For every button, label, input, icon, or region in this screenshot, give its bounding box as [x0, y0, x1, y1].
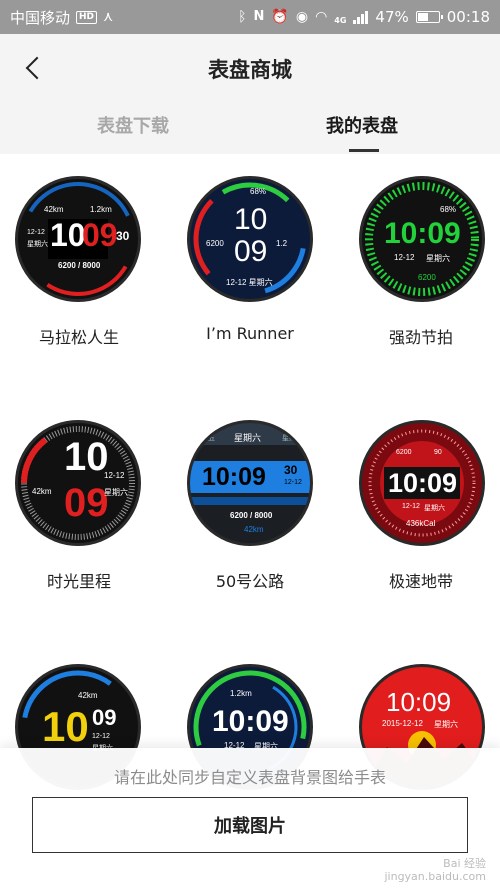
tab-my-watchfaces[interactable]: 我的表盘: [326, 112, 398, 138]
tab-watchface-download[interactable]: 表盘下载: [97, 112, 169, 138]
distance-label-2: 1.2km: [90, 205, 112, 214]
minute-label: 09: [234, 235, 268, 268]
watchface-marathon[interactable]: 42km 1.2km 12-12 星期六 10 09 30 6200 / 800…: [15, 176, 141, 302]
seconds-label: 30: [116, 229, 130, 243]
date-label: 12-12: [92, 733, 110, 740]
bluetooth-icon: ᛒ: [238, 9, 247, 25]
carrier-label: 中国移动: [10, 8, 71, 27]
steps-label: 6200: [396, 449, 412, 456]
date-label: 12-12: [402, 503, 420, 510]
minute-label: 09: [64, 481, 109, 525]
steps-label: 6200: [418, 273, 436, 282]
battery-label: 68%: [440, 205, 457, 214]
time-label: 10:09: [212, 705, 289, 738]
minute-label: 09: [82, 217, 118, 253]
weekday-label: 星期六: [434, 720, 458, 729]
weekday-label: 星期六: [104, 488, 128, 497]
steps-label: 6200 / 8000: [58, 261, 101, 270]
hour-label: 10: [50, 217, 86, 253]
watchface-name: 50号公路: [215, 572, 285, 591]
weekday-label: 星期六: [27, 241, 48, 248]
sync-panel: 请在此处同步自定义表盘背景图给手表 加载图片 Bai 经验 jingyan.ba…: [0, 748, 500, 889]
weekday-label: 星期六: [234, 433, 262, 443]
watchface-name: 马拉松人生: [38, 328, 119, 347]
date-label: 2015-12-12: [382, 719, 423, 728]
nfc-icon: N: [253, 9, 265, 24]
watchface-name: I’m Runner: [206, 324, 294, 343]
load-image-button[interactable]: 加载图片: [32, 797, 468, 853]
network-type: 4G: [334, 16, 347, 25]
header: 表盘商城 表盘下载 我的表盘: [0, 34, 500, 154]
signal-icon: [353, 10, 369, 24]
clock: 00:18: [446, 8, 490, 26]
minute-label: 09: [92, 705, 117, 730]
alarm-icon: ⏰: [271, 9, 289, 25]
watchface-grid: 42km 1.2km 12-12 星期六 10 09 30 6200 / 800…: [0, 154, 500, 790]
date-label: 12-12 星期六: [226, 278, 273, 287]
distance-label: 42km: [244, 525, 264, 534]
watermark-logo: Bai 经验: [443, 857, 486, 870]
distance-label: 42km: [32, 487, 52, 496]
battery-percent: 47%: [375, 8, 409, 26]
time-label: 10:09: [384, 217, 461, 250]
date-label: 12-12: [104, 471, 125, 480]
calories-label: 436kCal: [406, 519, 436, 528]
weekday-label: 星期六: [426, 254, 450, 263]
watchface-name: 极速地带: [388, 572, 453, 591]
wifi-icon: ◠: [315, 9, 328, 25]
sync-hint: 请在此处同步自定义表盘背景图给手表: [113, 768, 386, 787]
eye-icon: ◉: [295, 9, 309, 25]
time-label: 10:09: [202, 463, 266, 491]
hour-label: 10: [42, 703, 89, 750]
watchface-strong-beat[interactable]: 68% 10:09 12-12 星期六 6200: [359, 176, 485, 302]
watchface-time-mileage[interactable]: 10 09 42km 12-12 星期六: [15, 420, 141, 546]
date-label: 12-12: [394, 253, 415, 262]
watchface-im-runner[interactable]: 68% 10 09 6200 1.2 12-12 星期六: [187, 176, 313, 302]
active-tab-indicator: [349, 149, 379, 152]
watchface-speed-zone[interactable]: 6200 90 10:09 12-12 星期六 436kCal: [359, 420, 485, 546]
weekday-label: 星期六: [424, 505, 445, 512]
date-label: 12-12: [27, 229, 45, 236]
steps-label: 6200 / 8000: [230, 511, 273, 520]
hour-label: 10: [234, 203, 268, 236]
distance-label: 42km: [78, 691, 98, 700]
page-title: 表盘商城: [208, 58, 292, 82]
hour-label: 10: [64, 435, 109, 479]
distance-label: 1.2: [276, 239, 288, 248]
date-label: 12-12: [284, 479, 302, 486]
watermark-url: jingyan.baidu.com: [384, 870, 486, 883]
status-bar: 中国移动 HD ⋏ ᛒ N ⏰ ◉ ◠ 4G 47% 00:18: [0, 0, 500, 34]
app-screen: 中国移动 HD ⋏ ᛒ N ⏰ ◉ ◠ 4G 47% 00:18 表盘商城 表盘…: [0, 0, 500, 889]
navigation-icon: ⋏: [103, 9, 114, 25]
time-label: 10:09: [386, 687, 452, 717]
time-label: 10:09: [388, 468, 458, 498]
watchface-route-50[interactable]: 星期五 星期六 星期日 10:09 30 12-12 6200 / 8000 4…: [187, 420, 313, 546]
battery-icon: [415, 11, 443, 23]
next-weekday-label: 星期日: [282, 435, 303, 442]
heart-rate-label: 90: [434, 449, 442, 456]
watermark: Bai 经验 jingyan.baidu.com: [384, 857, 486, 883]
hd-badge: HD: [76, 10, 98, 24]
battery-label: 68%: [250, 187, 267, 196]
steps-label: 6200: [206, 239, 224, 248]
distance-label: 1.2km: [230, 689, 252, 698]
seconds-label: 30: [284, 463, 298, 477]
watchface-name: 时光里程: [46, 572, 111, 591]
distance-label: 42km: [44, 205, 64, 214]
prev-weekday-label: 星期五: [194, 435, 215, 442]
watchface-name: 强劲节拍: [388, 328, 453, 347]
